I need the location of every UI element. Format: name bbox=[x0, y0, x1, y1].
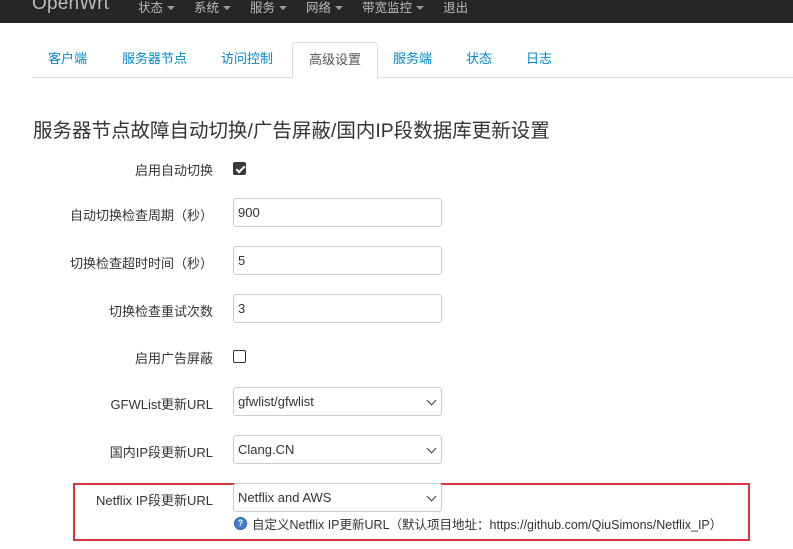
china-ip-url-select[interactable]: Clang.CN bbox=[233, 435, 442, 464]
china-ip-url-value: Clang.CN bbox=[238, 442, 295, 457]
netflix-ip-help-text: 自定义Netflix IP更新URL（默认项目地址：https://github… bbox=[252, 518, 723, 532]
tab-log[interactable]: 日志 bbox=[510, 42, 568, 78]
chevron-down-icon bbox=[426, 491, 437, 502]
check-interval-input[interactable] bbox=[233, 198, 442, 227]
netflix-ip-help: ? 自定义Netflix IP更新URL（默认项目地址：https://gith… bbox=[234, 514, 722, 533]
menu-logout[interactable]: 退出 bbox=[443, 0, 468, 16]
chevron-down-icon bbox=[426, 443, 437, 454]
menu-services-label: 服务 bbox=[250, 1, 276, 15]
help-icon: ? bbox=[234, 517, 247, 530]
gfwlist-url-value: gfwlist/gfwlist bbox=[238, 394, 314, 409]
tab-server-nodes[interactable]: 服务器节点 bbox=[106, 42, 203, 78]
caret-down-icon bbox=[223, 5, 232, 10]
main-menu: 状态 系统 服务 网络 带宽监控 退出 bbox=[138, 0, 487, 16]
check-timeout-label: 切换检查超时时间（秒） bbox=[69, 256, 213, 271]
tab-status[interactable]: 状态 bbox=[450, 42, 508, 78]
china-ip-url-label: 国内IP段更新URL bbox=[109, 445, 213, 460]
netflix-ip-url-select[interactable]: Netflix and AWS bbox=[233, 483, 442, 512]
settings-tabs: 客户端 服务器节点 访问控制 高级设置 服务端 状态 日志 bbox=[32, 42, 793, 79]
menu-status[interactable]: 状态 bbox=[138, 0, 176, 16]
ad-block-checkbox[interactable] bbox=[233, 350, 246, 363]
menu-network-label: 网络 bbox=[306, 1, 332, 15]
menu-logout-label: 退出 bbox=[443, 1, 469, 15]
gfwlist-url-select[interactable]: gfwlist/gfwlist bbox=[233, 387, 442, 416]
auto-switch-label: 启用自动切换 bbox=[134, 163, 213, 178]
gfwlist-url-label: GFWList更新URL bbox=[110, 397, 213, 412]
page-title: 服务器节点故障自动切换/广告屏蔽/国内IP段数据库更新设置 bbox=[33, 120, 550, 142]
tab-client[interactable]: 客户端 bbox=[32, 42, 103, 78]
netflix-ip-url-value: Netflix and AWS bbox=[238, 490, 332, 505]
retry-count-label: 切换检查重试次数 bbox=[108, 304, 213, 319]
caret-down-icon bbox=[167, 5, 176, 10]
check-interval-label: 自动切换检查周期（秒） bbox=[69, 208, 213, 223]
caret-down-icon bbox=[335, 5, 344, 10]
top-navbar: OpenWrt 状态 系统 服务 网络 带宽监控 退出 bbox=[0, 0, 793, 23]
menu-services[interactable]: 服务 bbox=[250, 0, 288, 16]
tab-advanced-settings[interactable]: 高级设置 bbox=[292, 42, 379, 79]
menu-bandwidth-label: 带宽监控 bbox=[362, 1, 413, 15]
ad-block-label: 启用广告屏蔽 bbox=[134, 351, 213, 366]
retry-count-input[interactable] bbox=[233, 294, 442, 323]
netflix-ip-url-label: Netflix IP段更新URL bbox=[95, 493, 213, 508]
menu-status-label: 状态 bbox=[138, 1, 164, 15]
menu-network[interactable]: 网络 bbox=[306, 0, 344, 16]
menu-system-label: 系统 bbox=[194, 1, 220, 15]
check-timeout-input[interactable] bbox=[233, 246, 442, 275]
tab-server[interactable]: 服务端 bbox=[377, 42, 448, 78]
brand-logo[interactable]: OpenWrt bbox=[32, 0, 109, 15]
menu-bandwidth[interactable]: 带宽监控 bbox=[362, 0, 425, 16]
chevron-down-icon bbox=[426, 395, 437, 406]
tab-access-control[interactable]: 访问控制 bbox=[205, 42, 289, 78]
caret-down-icon bbox=[279, 5, 288, 10]
auto-switch-checkbox[interactable] bbox=[233, 162, 246, 175]
caret-down-icon bbox=[416, 5, 425, 10]
menu-system[interactable]: 系统 bbox=[194, 0, 232, 16]
